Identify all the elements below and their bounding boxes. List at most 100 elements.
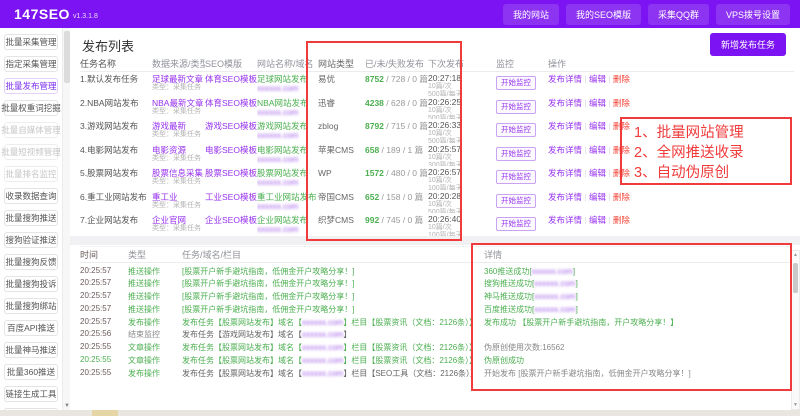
sidebar-item[interactable]: 批量搜狗反馈 bbox=[4, 254, 58, 270]
sidebar-item[interactable]: 批量权重词挖掘 bbox=[4, 100, 58, 116]
source-link[interactable]: 游戏最新 bbox=[152, 121, 205, 131]
op-separator: | bbox=[582, 168, 589, 178]
source-link[interactable]: 股票信息采集 bbox=[152, 168, 205, 178]
sidebar-item[interactable]: 收录数据查询 bbox=[4, 188, 58, 204]
publish-detail-link[interactable]: 发布详情 bbox=[548, 98, 582, 108]
sidebar-item[interactable]: 链接生成工具 bbox=[4, 386, 58, 402]
topbar-menu-item[interactable]: VPS拨号设置 bbox=[716, 4, 790, 25]
start-monitor-button[interactable]: 开始监控 bbox=[496, 123, 536, 137]
source-link[interactable]: 重工业 bbox=[152, 192, 205, 202]
start-monitor-button[interactable]: 开始监控 bbox=[496, 76, 536, 90]
publish-detail-link[interactable]: 发布详情 bbox=[548, 168, 582, 178]
start-monitor-button[interactable]: 开始监控 bbox=[496, 217, 536, 231]
edit-link[interactable]: 编辑 bbox=[589, 74, 606, 84]
edit-link[interactable]: 编辑 bbox=[589, 192, 606, 202]
log-scroll-up-arrow[interactable]: ▲ bbox=[792, 252, 799, 258]
sidebar-item[interactable]: 批量神马推送 bbox=[4, 342, 58, 358]
sidebar-item[interactable]: 批量360推送 bbox=[4, 364, 58, 380]
log-time: 20:25:57 bbox=[80, 291, 128, 300]
site-name-link[interactable]: 重工业网站发布 bbox=[257, 192, 318, 202]
sidebar-item[interactable]: 批量搜狗投诉 bbox=[4, 276, 58, 292]
seo-template-link[interactable]: 股票SEO模板 bbox=[205, 168, 257, 178]
start-monitor-button[interactable]: 开始监控 bbox=[496, 170, 536, 184]
monitor-cell: 开始监控 bbox=[496, 74, 548, 96]
source-cell: NBA最新文章类型：采集任务 bbox=[152, 98, 205, 120]
sidebar-item[interactable]: 百度API推送 bbox=[4, 320, 58, 336]
add-publish-task-button[interactable]: 新增发布任务 bbox=[710, 33, 786, 56]
publish-detail-link[interactable]: 发布详情 bbox=[548, 192, 582, 202]
edit-link[interactable]: 编辑 bbox=[589, 121, 606, 131]
sidebar-item[interactable]: 批量采集管理 bbox=[4, 34, 58, 50]
source-link[interactable]: NBA最新文章 bbox=[152, 98, 205, 108]
seo-template-link[interactable]: 游戏SEO模板 bbox=[205, 121, 257, 131]
seo-template-link[interactable]: 工业SEO模板 bbox=[205, 192, 257, 202]
monitor-cell: 开始监控 bbox=[496, 215, 548, 237]
sidebar-item[interactable]: 批量搜狗绑站 bbox=[4, 298, 58, 314]
log-time: 20:25:57 bbox=[80, 266, 128, 275]
log-domain-blurred: xxxxxx.com bbox=[302, 343, 343, 352]
edit-link[interactable]: 编辑 bbox=[589, 215, 606, 225]
log-scrollbar[interactable]: ▲ ▼ bbox=[791, 250, 800, 410]
sidebar-item[interactable]: 批量搜狗推送 bbox=[4, 210, 58, 226]
site-name-link[interactable]: 游戏网站发布 bbox=[257, 121, 318, 131]
log-type: 推送操作 bbox=[128, 266, 182, 277]
monitor-cell: 开始监控 bbox=[496, 98, 548, 120]
next-publish-rate: 10篇/次 bbox=[428, 224, 496, 232]
cms-type-cell: WP bbox=[318, 168, 365, 190]
next-publish-daily-limit: 100篇/每天 bbox=[428, 185, 496, 190]
log-task-text: 发布任务【股票网站发布】域名【 bbox=[182, 318, 302, 327]
site-cell: 股票网站发布xxxxxx.com bbox=[257, 168, 318, 190]
site-name-link[interactable]: 电影网站发布 bbox=[257, 145, 318, 155]
topbar-menu-item[interactable]: 采集QQ群 bbox=[648, 4, 709, 25]
next-publish-rate: 10篇/次 bbox=[428, 83, 496, 91]
sidebar: 批量采集管理指定采集管理批量发布管理批量权重词挖掘批量自媒体管理批量短视频管理批… bbox=[0, 28, 62, 410]
seo-template-link[interactable]: 体育SEO模板 bbox=[205, 98, 257, 108]
log-scrollbar-thumb[interactable] bbox=[793, 263, 798, 293]
delete-link[interactable]: 删除 bbox=[613, 74, 630, 84]
publish-detail-link[interactable]: 发布详情 bbox=[548, 145, 582, 155]
delete-link[interactable]: 删除 bbox=[613, 215, 630, 225]
site-name-link[interactable]: NBA网站发布 bbox=[257, 98, 318, 108]
log-row: 20:25:57推送操作[股票开户新手避坑指南，低佣金开户攻略分享！]神马推送成… bbox=[80, 289, 794, 302]
sidebar-item[interactable]: 指定采集管理 bbox=[4, 56, 58, 72]
edit-link[interactable]: 编辑 bbox=[589, 168, 606, 178]
site-name-link[interactable]: 企业网站发布 bbox=[257, 215, 318, 225]
next-publish-time: 20:26:25 bbox=[428, 98, 496, 107]
sidebar-item[interactable]: 搜狗验证推送 bbox=[4, 232, 58, 248]
edit-link[interactable]: 编辑 bbox=[589, 98, 606, 108]
pending-failed-count: / 728 / 0 篇 bbox=[384, 74, 428, 84]
cms-type-cell: 帝国CMS bbox=[318, 192, 365, 214]
log-task-text: 】栏目【股票资讯（文档：2126条）】 bbox=[343, 356, 477, 365]
site-name-link[interactable]: 股票网站发布 bbox=[257, 168, 318, 178]
topbar-menu-item[interactable]: 我的SEO模版 bbox=[566, 4, 641, 25]
publish-detail-link[interactable]: 发布详情 bbox=[548, 215, 582, 225]
source-type-label: 类型：采集任务 bbox=[152, 108, 205, 116]
site-name-link[interactable]: 足球网站发布 bbox=[257, 74, 318, 84]
source-link[interactable]: 足球最新文章 bbox=[152, 74, 205, 84]
seo-template-link[interactable]: 体育SEO模板 bbox=[205, 74, 257, 84]
site-cell: 企业网站发布xxxxxx.com bbox=[257, 215, 318, 237]
delete-link[interactable]: 删除 bbox=[613, 192, 630, 202]
publish-detail-link[interactable]: 发布详情 bbox=[548, 74, 582, 84]
edit-link[interactable]: 编辑 bbox=[589, 145, 606, 155]
source-type-label: 类型：采集任务 bbox=[152, 131, 205, 139]
start-monitor-button[interactable]: 开始监控 bbox=[496, 147, 536, 161]
sidebar-item[interactable]: 批量发布管理 bbox=[4, 78, 58, 94]
start-monitor-button[interactable]: 开始监控 bbox=[496, 194, 536, 208]
source-link[interactable]: 企业官网 bbox=[152, 215, 205, 225]
delete-link[interactable]: 删除 bbox=[613, 98, 630, 108]
seo-template-link[interactable]: 电影SEO模板 bbox=[205, 145, 257, 155]
topbar-menu-item[interactable]: 我的网站 bbox=[503, 4, 559, 25]
publish-detail-link[interactable]: 发布详情 bbox=[548, 121, 582, 131]
source-link[interactable]: 电影资源 bbox=[152, 145, 205, 155]
sidebar-item: 批量自媒体管理 bbox=[4, 122, 58, 138]
site-domain-blurred: xxxxxx.com bbox=[257, 131, 318, 141]
source-cell: 重工业类型：采集任务 bbox=[152, 192, 205, 214]
seo-template-link[interactable]: 企业SEO模板 bbox=[205, 215, 257, 225]
log-time: 20:25:57 bbox=[80, 317, 128, 326]
operations-cell: 发布详情 | 编辑 | 删除 bbox=[548, 74, 794, 96]
log-scroll-down-arrow[interactable]: ▼ bbox=[792, 402, 799, 408]
source-type-label: 类型：采集任务 bbox=[152, 202, 205, 210]
start-monitor-button[interactable]: 开始监控 bbox=[496, 100, 536, 114]
log-detail-text: 搜狗推送成功[ bbox=[484, 279, 534, 288]
